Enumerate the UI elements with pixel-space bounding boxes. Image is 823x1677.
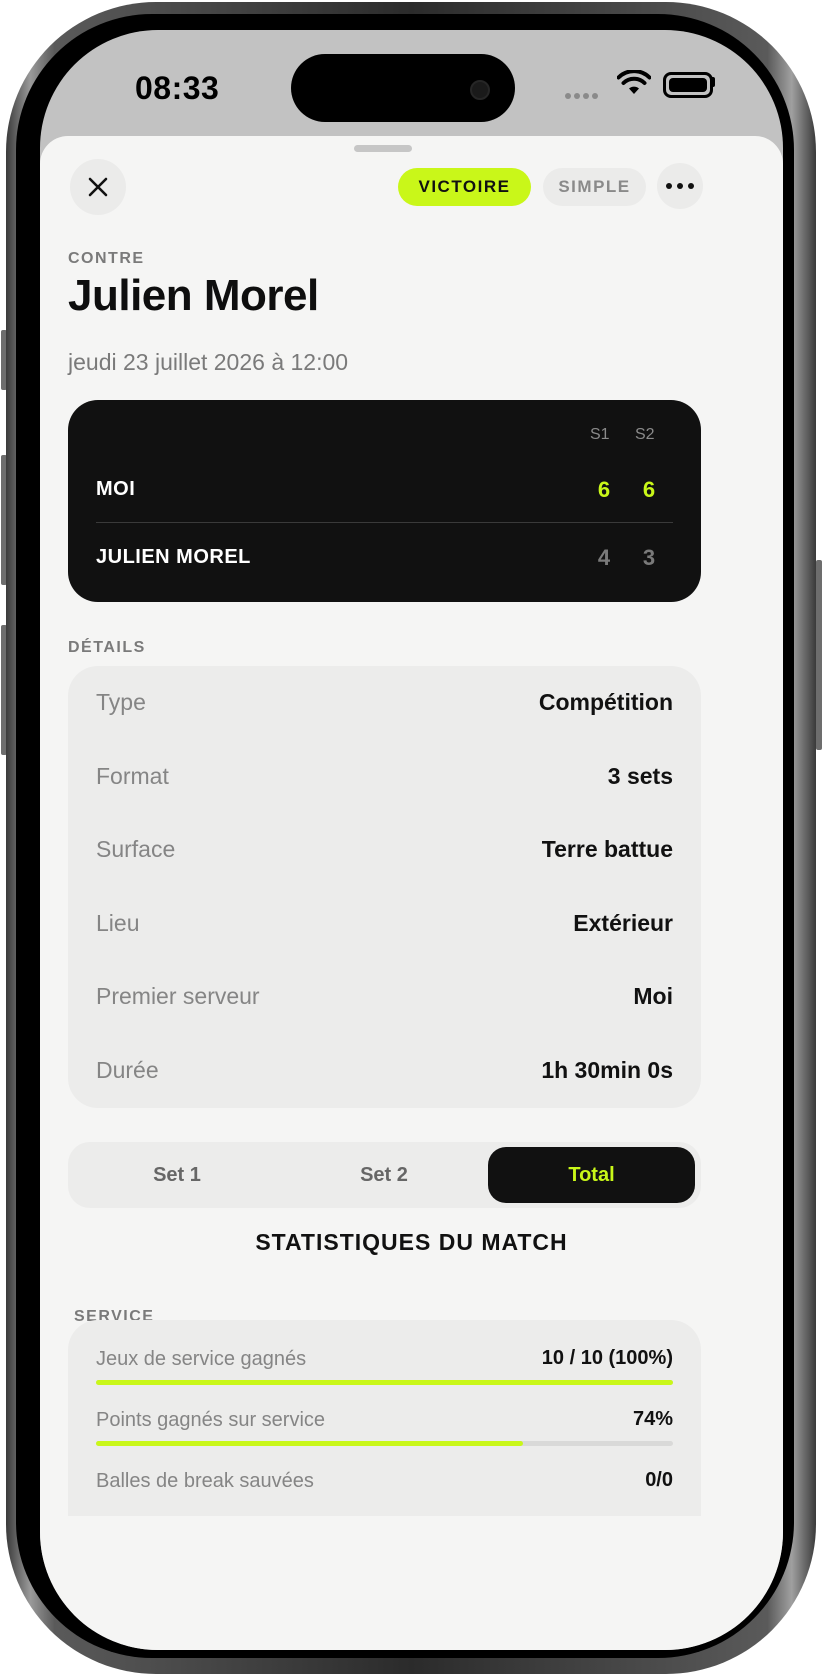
more-options-button[interactable]: [657, 163, 703, 209]
page-title: Julien Morel: [68, 271, 319, 320]
camera-icon: [470, 80, 490, 100]
detail-label-type: Type: [96, 689, 146, 715]
more-icon: [666, 183, 672, 189]
stat-label-break-points-saved: Balles de break sauvées: [96, 1470, 314, 1492]
detail-value-format: 3 sets: [607, 763, 673, 789]
detail-label-surface: Surface: [96, 836, 176, 862]
detail-value-first-server: Moi: [633, 983, 673, 1009]
stat-bar-fill-service-points: [96, 1441, 523, 1446]
detail-value-surface: Terre battue: [541, 836, 673, 862]
stat-bar-service-games: [96, 1380, 673, 1385]
home-area: [40, 1516, 783, 1650]
detail-value-type: Compétition: [538, 689, 673, 715]
score-opponent-set2: 3: [642, 545, 656, 570]
stat-bar-service-points: [96, 1441, 673, 1446]
score-opponent-set1: 4: [597, 545, 611, 570]
stat-value-service-games: 10 / 10 (100%): [541, 1347, 673, 1369]
stat-label-service-games: Jeux de service gagnés: [96, 1348, 307, 1370]
stat-bar-fill-service-games: [96, 1380, 673, 1385]
score-me-set2: 6: [642, 477, 656, 502]
detail-label-duration: Durée: [96, 1057, 159, 1083]
power-button: [816, 560, 822, 750]
tab-total[interactable]: Total: [488, 1147, 695, 1203]
close-icon: [88, 177, 108, 197]
set-header-2: S2: [635, 426, 655, 443]
set-header-1: S1: [590, 426, 610, 443]
stat-value-break-points-saved: 0/0: [645, 1469, 673, 1491]
details-card: Type Compétition Format 3 sets Surface T…: [68, 666, 701, 1108]
detail-value-duration: 1h 30min 0s: [541, 1057, 673, 1083]
score-me-set1: 6: [597, 477, 611, 502]
player-name-me: MOI: [96, 478, 136, 500]
details-section-label: DÉTAILS: [68, 639, 146, 656]
detail-label-first-server: Premier serveur: [96, 983, 260, 1009]
battery-tip: [712, 77, 715, 87]
tab-set-1[interactable]: Set 1: [74, 1147, 280, 1203]
set-segmented-control: Set 1 Set 2 Total: [68, 1142, 701, 1208]
opponent-eyebrow: CONTRE: [68, 250, 145, 267]
match-date: jeudi 23 juillet 2026 à 12:00: [68, 349, 349, 375]
wifi-icon: [617, 70, 651, 94]
status-time: 08:33: [135, 70, 220, 106]
signal-icon: [565, 86, 601, 104]
detail-value-location: Extérieur: [573, 910, 673, 936]
screen: 08:33 VICTOIRE SIMPLE CONTRE Julien More…: [40, 30, 783, 1650]
scoreboard-divider: [96, 522, 673, 523]
detail-label-format: Format: [96, 763, 169, 789]
stat-value-service-points: 74%: [632, 1408, 673, 1430]
match-detail-sheet: VICTOIRE SIMPLE CONTRE Julien Morel jeud…: [40, 136, 783, 1560]
scoreboard: S1 S2 MOI 6 6 JULIEN MOREL 4 3: [68, 400, 701, 602]
match-type-badge: SIMPLE: [543, 168, 646, 206]
tab-set-2[interactable]: Set 2: [281, 1147, 487, 1203]
close-button[interactable]: [70, 159, 126, 215]
stats-title: STATISTIQUES DU MATCH: [255, 1229, 568, 1255]
sheet-grabber[interactable]: [354, 145, 412, 152]
stat-label-service-points: Points gagnés sur service: [96, 1409, 326, 1431]
battery-icon: [663, 72, 713, 98]
player-name-opponent: JULIEN MOREL: [96, 546, 251, 568]
detail-label-location: Lieu: [96, 910, 140, 936]
result-badge: VICTOIRE: [398, 168, 531, 206]
